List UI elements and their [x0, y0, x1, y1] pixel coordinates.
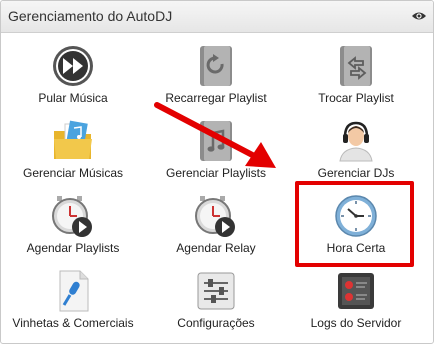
- tile-gerenciar-playlists[interactable]: Gerenciar Playlists: [146, 115, 286, 185]
- tile-label: Gerenciar Músicas: [22, 166, 124, 180]
- tile-label: Recarregar Playlist: [165, 91, 267, 105]
- eye-icon[interactable]: [411, 10, 427, 22]
- server-log-icon: [338, 273, 374, 309]
- panel-title: Gerenciamento do AutoDJ: [8, 8, 173, 24]
- tile-label: Logs do Servidor: [310, 316, 402, 330]
- skip-forward-icon: [53, 46, 93, 86]
- tile-recarregar-playlist[interactable]: Recarregar Playlist: [146, 40, 286, 110]
- panel-header: Gerenciamento do AutoDJ: [1, 1, 433, 33]
- tile-label: Gerenciar Playlists: [165, 166, 267, 180]
- schedule-relay-icon: [195, 196, 235, 237]
- microphone-file-icon: [59, 270, 89, 312]
- reload-playlist-icon: [200, 46, 232, 86]
- tile-pular-musica[interactable]: Pular Música: [3, 40, 143, 110]
- tile-label: Gerenciar DJs: [317, 166, 395, 180]
- tile-hora-certa[interactable]: Hora Certa: [286, 190, 426, 260]
- settings-sliders-icon: [197, 272, 235, 310]
- tile-label: Hora Certa: [326, 241, 386, 255]
- tile-agendar-relay[interactable]: Agendar Relay: [146, 190, 286, 260]
- tile-logs-servidor[interactable]: Logs do Servidor: [286, 265, 426, 335]
- tile-vinhetas-comerciais[interactable]: Vinhetas & Comerciais: [3, 265, 143, 335]
- tile-gerenciar-djs[interactable]: Gerenciar DJs: [286, 115, 426, 185]
- tile-agendar-playlists[interactable]: Agendar Playlists: [3, 190, 143, 260]
- tile-label: Configurações: [177, 316, 255, 330]
- switch-playlist-icon: [340, 46, 372, 86]
- schedule-playlist-icon: [52, 196, 92, 237]
- clock-icon: [335, 195, 377, 237]
- dj-headset-icon: [339, 121, 373, 162]
- tile-configuracoes[interactable]: Configurações: [146, 265, 286, 335]
- tile-gerenciar-musicas[interactable]: Gerenciar Músicas: [3, 115, 143, 185]
- tile-label: Trocar Playlist: [318, 91, 394, 105]
- tile-label: Agendar Relay: [176, 241, 256, 255]
- tile-trocar-playlist[interactable]: Trocar Playlist: [286, 40, 426, 110]
- music-folder-icon: [54, 120, 92, 159]
- tile-label: Vinhetas & Comerciais: [12, 316, 134, 330]
- playlist-file-icon: [200, 121, 232, 161]
- tile-label: Pular Música: [38, 91, 108, 105]
- tile-label: Agendar Playlists: [26, 241, 120, 255]
